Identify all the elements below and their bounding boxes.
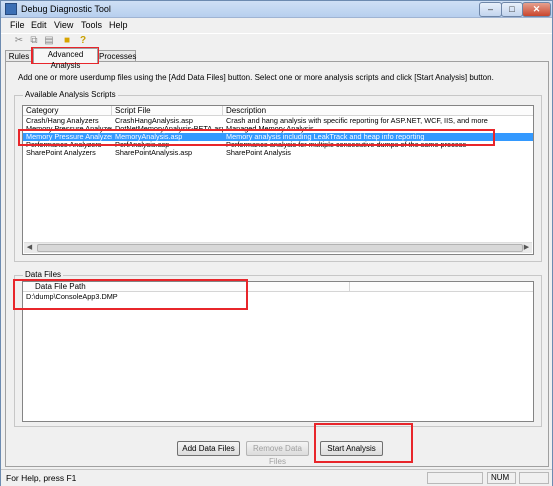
- annotation-box-start-analysis: [314, 423, 413, 463]
- scissors-icon[interactable]: ✂: [13, 35, 25, 47]
- app-icon: [5, 3, 17, 15]
- menu-file[interactable]: File: [10, 20, 25, 30]
- script-category-cell: SharePoint Analyzers: [26, 149, 96, 157]
- tab-rules-label: Rules: [8, 52, 30, 61]
- tab-processes-label: Processes: [99, 52, 137, 61]
- paste-icon[interactable]: ▤: [43, 35, 55, 47]
- main-window: Debug Diagnostic Tool – □ ✕ File Edit Vi…: [0, 0, 553, 486]
- scripts-group-label: Available Analysis Scripts: [23, 90, 118, 99]
- status-pane-empty: [427, 472, 483, 484]
- script-description-cell: SharePoint Analysis: [226, 149, 291, 157]
- minimize-button[interactable]: –: [479, 2, 502, 17]
- add-data-files-label: Add Data Files: [182, 444, 235, 453]
- window-title: Debug Diagnostic Tool: [21, 4, 111, 14]
- copy-icon[interactable]: ⧉: [28, 35, 40, 47]
- scroll-right-icon[interactable]: ▶: [521, 243, 532, 253]
- maximize-button[interactable]: □: [501, 2, 523, 17]
- status-bar: For Help, press F1 NUM: [1, 469, 552, 486]
- column-description[interactable]: Description: [223, 106, 533, 116]
- script-file-cell: CrashHangAnalysis.asp: [115, 117, 193, 125]
- menu-edit[interactable]: Edit: [31, 20, 47, 30]
- script-file-cell: SharePointAnalysis.asp: [115, 149, 193, 157]
- column-script-file-label: Script File: [115, 106, 151, 115]
- script-row-crash-hang[interactable]: Crash/Hang Analyzers CrashHangAnalysis.a…: [23, 117, 533, 125]
- status-text: For Help, press F1: [6, 473, 77, 483]
- num-lock-indicator: NUM: [487, 472, 516, 484]
- data-files-group-label: Data Files: [23, 270, 64, 279]
- num-lock-label: NUM: [491, 473, 510, 482]
- remove-data-files-label: Remove Data Files: [253, 444, 302, 466]
- folder-icon[interactable]: ■: [61, 35, 73, 47]
- script-category-cell: Crash/Hang Analyzers: [26, 117, 99, 125]
- column-spacer[interactable]: [350, 282, 533, 292]
- maximize-icon: □: [509, 4, 515, 14]
- title-bar[interactable]: Debug Diagnostic Tool – □ ✕: [1, 1, 552, 18]
- script-description-cell: Crash and hang analysis with specific re…: [226, 117, 488, 125]
- tab-advanced-analysis[interactable]: Advanced Analysis: [33, 48, 98, 70]
- scripts-list[interactable]: Category Script File Description Crash/H…: [22, 105, 534, 255]
- remove-data-files-button[interactable]: Remove Data Files: [246, 441, 309, 466]
- advanced-analysis-panel: Add one or more userdump files using the…: [5, 61, 549, 467]
- toolbar: ✂ ⧉ ▤ ■ ?: [1, 33, 552, 47]
- menu-tools[interactable]: Tools: [81, 20, 102, 30]
- column-category[interactable]: Category: [23, 106, 112, 116]
- menu-view[interactable]: View: [54, 20, 73, 30]
- status-pane-right: [519, 472, 549, 484]
- add-data-files-button[interactable]: Add Data Files: [177, 441, 240, 456]
- close-button[interactable]: ✕: [522, 2, 551, 17]
- column-description-label: Description: [226, 106, 267, 115]
- menu-help[interactable]: Help: [109, 20, 128, 30]
- scripts-groupbox: Available Analysis Scripts Category Scri…: [14, 90, 542, 262]
- script-row-sharepoint[interactable]: SharePoint Analyzers SharePointAnalysis.…: [23, 149, 533, 157]
- column-script-file[interactable]: Script File: [112, 106, 223, 116]
- scripts-list-header: Category Script File Description: [23, 106, 533, 116]
- menu-bar: File Edit View Tools Help: [1, 18, 552, 33]
- scroll-left-icon[interactable]: ◀: [24, 243, 35, 253]
- annotation-box-memory-row: [18, 129, 495, 146]
- close-icon: ✕: [532, 4, 541, 14]
- scripts-horizontal-scrollbar[interactable]: ◀ ▶: [24, 242, 532, 253]
- annotation-box-data-file: [13, 279, 248, 310]
- tab-advanced-analysis-label: Advanced Analysis: [47, 50, 84, 70]
- minimize-icon: –: [487, 4, 493, 14]
- instructions-text: Add one or more userdump files using the…: [18, 73, 494, 82]
- scrollbar-thumb[interactable]: [37, 244, 523, 252]
- column-category-label: Category: [26, 106, 59, 115]
- help-icon[interactable]: ?: [77, 35, 89, 47]
